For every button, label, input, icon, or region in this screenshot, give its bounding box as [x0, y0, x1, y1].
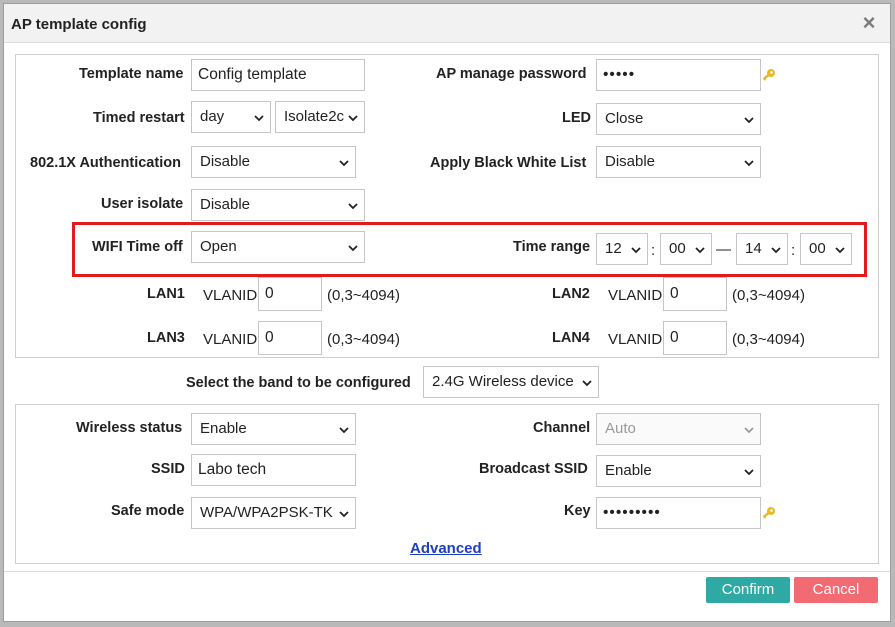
lan1-vlan-input[interactable]	[258, 277, 322, 311]
channel-label: Channel	[533, 420, 591, 436]
lan2-vlan-input[interactable]	[663, 277, 727, 311]
blacklist-label: Apply Black White List	[430, 155, 587, 171]
band-select[interactable]: 2.4G Wireless device	[423, 366, 599, 398]
timed-restart-label: Timed restart	[93, 110, 185, 126]
lan4-range: (0,3~4094)	[732, 331, 805, 348]
timed-restart-time-select[interactable]: Isolate2c	[275, 101, 365, 133]
timed-restart-time-value: Isolate2c	[284, 108, 345, 125]
channel-select: Auto	[596, 413, 761, 445]
wireless-status-select[interactable]: Enable	[191, 413, 356, 445]
timed-restart-unit-select[interactable]: day	[191, 101, 271, 133]
lan1-range: (0,3~4094)	[327, 287, 400, 304]
blacklist-value: Disable	[605, 153, 656, 170]
wifi-time-off-select[interactable]: Open	[191, 231, 365, 263]
time-end-min-value: 00	[809, 240, 826, 257]
lan1-vlan-label: VLANID	[203, 287, 258, 304]
safe-mode-value: WPA/WPA2PSK-TK	[200, 504, 333, 521]
time-colon-2: :	[791, 242, 796, 259]
close-icon[interactable]: ×	[856, 10, 882, 36]
chevron-down-icon	[631, 247, 641, 254]
chevron-down-icon	[582, 380, 592, 387]
safe-mode-label: Safe mode	[111, 503, 185, 519]
lan3-vlan-label: VLANID	[203, 331, 258, 348]
chevron-down-icon	[348, 245, 358, 252]
lan4-vlan-input[interactable]	[663, 321, 727, 355]
ap-password-label: AP manage password	[436, 66, 587, 82]
key-input[interactable]: •••••••••	[596, 497, 761, 529]
lan4-vlan-label: VLANID	[608, 331, 663, 348]
chevron-down-icon	[339, 511, 349, 518]
band-value: 2.4G Wireless device	[432, 373, 574, 390]
chevron-down-icon	[744, 469, 754, 476]
ap-template-config-dialog: AP template config × Template name AP ma…	[3, 3, 891, 622]
user-isolate-value: Disable	[200, 196, 251, 213]
lan4-label: LAN4	[552, 330, 590, 346]
lan2-label: LAN2	[552, 286, 590, 302]
chevron-down-icon	[771, 247, 781, 254]
wireless-status-label: Wireless status	[76, 420, 183, 436]
time-range-dash: —	[716, 241, 731, 258]
broadcast-ssid-label: Broadcast SSID	[479, 461, 588, 477]
chevron-down-icon	[339, 160, 349, 167]
ssid-label: SSID	[151, 461, 185, 477]
blacklist-select[interactable]: Disable	[596, 146, 761, 178]
chevron-down-icon	[339, 427, 349, 434]
lan3-vlan-input[interactable]	[258, 321, 322, 355]
chevron-down-icon	[744, 160, 754, 167]
template-name-label: Template name	[79, 66, 184, 82]
led-value: Close	[605, 110, 644, 127]
user-isolate-label: User isolate	[101, 196, 184, 212]
band-label: Select the band to be configured	[186, 375, 411, 391]
cancel-button[interactable]: Cancel	[794, 577, 878, 603]
template-name-input[interactable]	[191, 59, 365, 91]
time-start-hour-value: 12	[605, 240, 622, 257]
chevron-down-icon	[348, 203, 358, 210]
time-start-min-select[interactable]: 00	[660, 233, 712, 265]
lan1-label: LAN1	[147, 286, 185, 302]
time-end-min-select[interactable]: 00	[800, 233, 852, 265]
advanced-link[interactable]: Advanced	[410, 540, 482, 557]
led-select[interactable]: Close	[596, 103, 761, 135]
chevron-down-icon	[835, 247, 845, 254]
wifi-time-off-label: WIFI Time off	[92, 239, 183, 255]
led-label: LED	[562, 110, 591, 126]
channel-value: Auto	[605, 420, 636, 437]
time-start-hour-select[interactable]: 12	[596, 233, 648, 265]
dialog-title: AP template config	[11, 16, 147, 33]
chevron-down-icon	[744, 117, 754, 124]
time-range-label: Time range	[513, 239, 591, 255]
lan3-label: LAN3	[147, 330, 185, 346]
time-start-min-value: 00	[669, 240, 686, 257]
wifi-time-off-value: Open	[200, 238, 237, 255]
footer-divider	[4, 571, 890, 572]
auth-label: 802.1X Authentication	[30, 155, 181, 171]
ap-password-input[interactable]: •••••	[596, 59, 761, 91]
lan3-range: (0,3~4094)	[327, 331, 400, 348]
auth-select[interactable]: Disable	[191, 146, 356, 178]
timed-restart-unit-value: day	[200, 108, 225, 125]
user-isolate-select[interactable]: Disable	[191, 189, 365, 221]
key-icon[interactable]	[761, 67, 777, 83]
key-icon[interactable]	[761, 505, 777, 521]
broadcast-ssid-select[interactable]: Enable	[596, 455, 761, 487]
chevron-down-icon	[348, 115, 358, 122]
lan2-vlan-label: VLANID	[608, 287, 663, 304]
wireless-status-value: Enable	[200, 420, 247, 437]
chevron-down-icon	[744, 427, 754, 434]
safe-mode-select[interactable]: WPA/WPA2PSK-TK	[191, 497, 356, 529]
confirm-button[interactable]: Confirm	[706, 577, 790, 603]
chevron-down-icon	[695, 247, 705, 254]
lan2-range: (0,3~4094)	[732, 287, 805, 304]
key-label: Key	[564, 503, 591, 519]
time-end-hour-value: 14	[745, 240, 762, 257]
broadcast-ssid-value: Enable	[605, 462, 652, 479]
auth-value: Disable	[200, 153, 251, 170]
ssid-input[interactable]	[191, 454, 356, 486]
time-colon-1: :	[651, 242, 656, 259]
dialog-titlebar: AP template config ×	[4, 4, 890, 43]
time-end-hour-select[interactable]: 14	[736, 233, 788, 265]
chevron-down-icon	[254, 115, 264, 122]
